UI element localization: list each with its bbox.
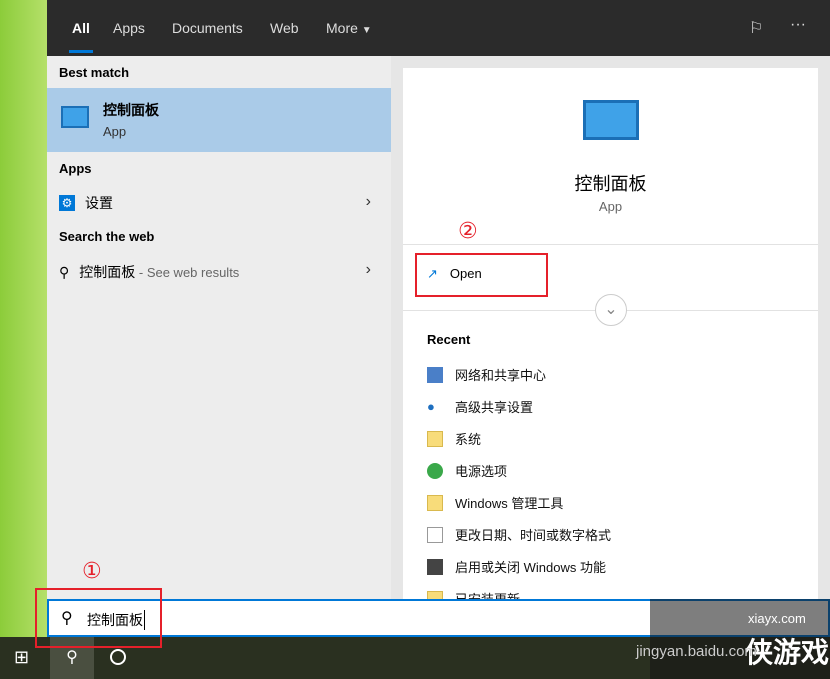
power-icon [427,462,443,479]
sharing-icon: ● [427,398,435,414]
chevron-right-icon[interactable]: › [366,193,371,211]
recent-label: 电源选项 [455,464,508,479]
watermark-site: xiayx.com [748,611,806,626]
best-match-title: 控制面板 [103,102,159,118]
divider [403,244,818,245]
app-item-label: 设置 [85,195,113,211]
recent-header: Recent [427,332,471,347]
recent-item[interactable]: ● 高级共享设置 [427,397,533,416]
feedback-icon[interactable]: ⚐ [749,18,763,38]
caret-down-icon: ▼ [361,25,372,36]
preview-title: 控制面板 [574,174,647,194]
tab-web[interactable]: Web [270,20,299,36]
best-match-item[interactable]: 控制面板 App [47,88,391,152]
best-match-subtitle: App [103,124,127,139]
folder-icon [427,430,443,447]
preview-panel: 控制面板 App ↗ Open ⌄ Recent 网络和共享中心 ● 高级共享设置 … [403,68,818,607]
recent-label: 启用或关闭 Windows 功能 [455,560,606,575]
annotation-number-1: ① [82,558,102,583]
annotation-box-1 [35,588,162,648]
recent-label: 更改日期、时间或数字格式 [455,528,612,543]
app-item-settings[interactable]: ⚙ 设置 [59,193,379,213]
web-item-suffix: - See web results [135,265,240,280]
document-icon [427,526,443,543]
web-header: Search the web [59,229,155,244]
gear-icon: ⚙ [59,195,75,211]
watermark: xiayx.com 侠游戏 jingyan.baidu.com [636,599,830,679]
recent-item[interactable]: Windows 管理工具 [427,493,563,512]
results-panel: Best match 控制面板 App Apps ⚙ 设置 › Search t… [47,56,391,599]
recent-item[interactable]: 网络和共享中心 [427,365,546,384]
recent-item[interactable]: 启用或关闭 Windows 功能 [427,557,606,576]
windows-features-icon [427,558,443,575]
search-icon: ⚲ [59,263,70,280]
recent-item[interactable]: 电源选项 [427,461,507,480]
windows-start-icon[interactable]: ⊞ [14,647,29,668]
recent-label: 系统 [455,432,482,447]
tab-documents[interactable]: Documents [172,20,243,36]
tab-more-label: More [326,20,358,36]
recent-label: Windows 管理工具 [455,496,564,511]
annotation-number-2: ② [458,218,478,243]
annotation-box-2 [415,253,548,297]
tab-all[interactable]: All [69,20,93,53]
control-panel-large-icon [583,100,639,140]
tab-apps[interactable]: Apps [113,20,145,36]
control-panel-icon [61,106,89,128]
web-result-item[interactable]: ⚲ 控制面板 - See web results [59,262,239,282]
best-match-header: Best match [59,65,130,80]
recent-item[interactable]: 更改日期、时间或数字格式 [427,525,611,544]
watermark-brand: 侠游戏 [745,637,830,668]
chevron-right-icon[interactable]: › [366,261,371,279]
folder-icon [427,494,443,511]
preview-subtitle: App [598,199,623,214]
apps-header: Apps [59,161,92,176]
recent-label: 网络和共享中心 [455,368,547,383]
more-options-icon[interactable]: ··· [790,16,806,34]
tab-more[interactable]: More ▼ [326,20,372,36]
search-tabs-bar: All Apps Documents Web More ▼ ⚐ ··· [47,0,830,56]
web-item-label: 控制面板 [79,264,136,280]
cortana-icon[interactable] [110,649,126,665]
watermark-sub: jingyan.baidu.com [636,643,757,660]
recent-label: 高级共享设置 [455,400,534,415]
network-icon [427,366,443,383]
recent-item[interactable]: 系统 [427,429,481,448]
expand-chevron-icon[interactable]: ⌄ [595,294,627,326]
